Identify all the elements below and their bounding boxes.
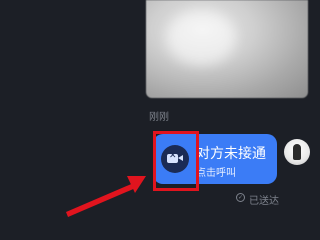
- chat-screen: 刚刚 ✕ 对方未接通 点击呼叫 ✓ 已送达: [0, 0, 320, 240]
- arrow-shaft: [66, 182, 138, 217]
- annotation-arrow: [66, 176, 146, 217]
